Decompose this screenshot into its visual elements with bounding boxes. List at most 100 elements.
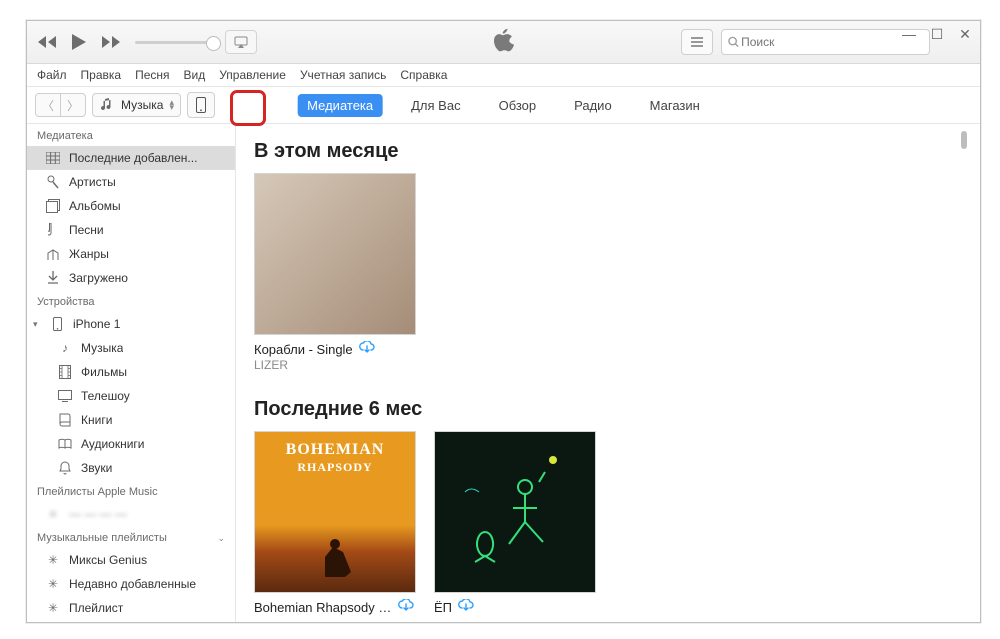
tab-for-you[interactable]: Для Вас bbox=[401, 94, 470, 117]
sidebar-playlist[interactable]: ✳Плейлист bbox=[27, 596, 235, 620]
cloud-download-icon[interactable] bbox=[398, 599, 414, 616]
sidebar-header-library: Медиатека bbox=[27, 124, 235, 146]
sidebar-item-label: Жанры bbox=[69, 247, 109, 261]
music-note-icon bbox=[99, 97, 115, 113]
menu-song[interactable]: Песня bbox=[135, 68, 169, 82]
album-cover: BOHEMIANRHAPSODY bbox=[254, 431, 416, 593]
album-card[interactable]: BOHEMIANRHAPSODY Bohemian Rhapsody (... bbox=[254, 431, 414, 616]
album-icon bbox=[45, 198, 61, 214]
sidebar-device-books[interactable]: Книги bbox=[27, 408, 235, 432]
volume-slider[interactable] bbox=[135, 41, 215, 44]
play-button[interactable] bbox=[71, 33, 87, 51]
album-cover bbox=[434, 431, 596, 593]
playlist-icon: ≡ bbox=[45, 506, 61, 522]
grid-icon bbox=[45, 150, 61, 166]
sidebar-item-label: Плейлист bbox=[69, 601, 123, 615]
mic-icon bbox=[45, 174, 61, 190]
nav-fwd-button[interactable]: 〉 bbox=[61, 93, 86, 117]
sidebar-device-audiobooks[interactable]: Аудиокниги bbox=[27, 432, 235, 456]
titlebar: — ☐ ✕ bbox=[27, 21, 980, 64]
menu-file[interactable]: Файл bbox=[37, 68, 67, 82]
menu-bar: Файл Правка Песня Вид Управление Учетная… bbox=[27, 64, 980, 87]
album-card[interactable]: ЁП bbox=[434, 431, 594, 616]
close-button[interactable]: ✕ bbox=[956, 26, 974, 43]
prev-button[interactable] bbox=[37, 35, 57, 49]
sidebar-item-albums[interactable]: Альбомы bbox=[27, 194, 235, 218]
scrollbar-thumb[interactable] bbox=[961, 131, 967, 149]
search-icon bbox=[728, 36, 739, 48]
section-title-this-month: В этом месяце bbox=[254, 140, 962, 163]
sidebar-playlist-recent[interactable]: ✳Недавно добавленные bbox=[27, 572, 235, 596]
menu-help[interactable]: Справка bbox=[400, 68, 447, 82]
sidebar-header-music-playlists: Музыкальные плейлисты⌄ bbox=[27, 526, 235, 548]
book-icon bbox=[57, 412, 73, 428]
tab-store[interactable]: Магазин bbox=[640, 94, 710, 117]
category-label: Музыка bbox=[121, 98, 163, 112]
sidebar-item-label: Музыка bbox=[81, 341, 123, 355]
sidebar-apple-playlist[interactable]: ≡— — — — bbox=[27, 502, 235, 526]
gear-icon: ✳ bbox=[45, 552, 61, 568]
sidebar-header-apple-playlists: Плейлисты Apple Music bbox=[27, 480, 235, 502]
sidebar-item-label: Альбомы bbox=[69, 199, 121, 213]
album-card[interactable]: Корабли - Single LIZER bbox=[254, 173, 414, 372]
sidebar-item-label: Загружено bbox=[69, 271, 128, 285]
sidebar-item-label: Недавно добавленные bbox=[69, 577, 196, 591]
sidebar-header-devices: Устройства bbox=[27, 290, 235, 312]
sidebar-device[interactable]: ▾ iPhone 1 bbox=[27, 312, 235, 336]
sidebar-item-label: Книги bbox=[81, 413, 112, 427]
sidebar-item-label: Звуки bbox=[81, 461, 112, 475]
sidebar-item-label: iPhone 1 bbox=[73, 317, 120, 331]
sidebar: Медиатека Последние добавлен... Артисты … bbox=[27, 124, 236, 622]
menu-controls[interactable]: Управление bbox=[219, 68, 286, 82]
genre-icon bbox=[45, 246, 61, 262]
tab-radio[interactable]: Радио bbox=[564, 94, 622, 117]
airplay-button[interactable] bbox=[225, 30, 257, 54]
menu-account[interactable]: Учетная запись bbox=[300, 68, 386, 82]
chevron-down-icon[interactable]: ⌄ bbox=[217, 533, 225, 544]
toolbar: 〈 〉 Музыка ▴▾ Медиатека Для Вас Обзор Ра… bbox=[27, 87, 980, 124]
disclosure-triangle-icon[interactable]: ▾ bbox=[33, 319, 41, 330]
main-content: В этом месяце Корабли - Single LIZER Пос… bbox=[236, 124, 980, 622]
sidebar-device-tones[interactable]: Звуки bbox=[27, 456, 235, 480]
nav-back-button[interactable]: 〈 bbox=[35, 93, 61, 117]
sidebar-device-music[interactable]: ♪Музыка bbox=[27, 336, 235, 360]
device-button[interactable] bbox=[187, 92, 215, 118]
sidebar-item-label: Аудиокниги bbox=[81, 437, 145, 451]
album-artist: LIZER bbox=[254, 358, 414, 372]
search-input[interactable] bbox=[739, 34, 923, 50]
album-title: Корабли - Single bbox=[254, 342, 353, 357]
sidebar-item-genres[interactable]: Жанры bbox=[27, 242, 235, 266]
cloud-download-icon[interactable] bbox=[359, 341, 375, 358]
tab-library[interactable]: Медиатека bbox=[297, 94, 383, 117]
sidebar-item-songs[interactable]: Песни bbox=[27, 218, 235, 242]
sidebar-playlist-soundtrack[interactable]: ✳Soundtrack bbox=[27, 620, 235, 622]
sidebar-item-recently-added[interactable]: Последние добавлен... bbox=[27, 146, 235, 170]
maximize-button[interactable]: ☐ bbox=[928, 26, 946, 43]
section-title-last-6-months: Последние 6 мес bbox=[254, 398, 962, 421]
list-view-button[interactable] bbox=[681, 29, 713, 55]
highlight-marker bbox=[230, 90, 266, 126]
phone-icon bbox=[49, 316, 65, 332]
search-field[interactable] bbox=[721, 29, 930, 55]
tab-browse[interactable]: Обзор bbox=[489, 94, 547, 117]
cloud-download-icon[interactable] bbox=[458, 599, 474, 616]
sidebar-device-tv[interactable]: Телешоу bbox=[27, 384, 235, 408]
sidebar-item-artists[interactable]: Артисты bbox=[27, 170, 235, 194]
audiobook-icon bbox=[57, 436, 73, 452]
sidebar-item-downloaded[interactable]: Загружено bbox=[27, 266, 235, 290]
note-icon bbox=[45, 222, 61, 238]
next-button[interactable] bbox=[101, 35, 121, 49]
minimize-button[interactable]: — bbox=[900, 26, 918, 43]
album-title: ЁП bbox=[434, 600, 452, 615]
album-cover bbox=[254, 173, 416, 335]
sidebar-item-label: Артисты bbox=[69, 175, 116, 189]
category-selector[interactable]: Музыка ▴▾ bbox=[92, 93, 181, 117]
menu-view[interactable]: Вид bbox=[184, 68, 206, 82]
sidebar-item-label: Песни bbox=[69, 223, 104, 237]
download-icon bbox=[45, 270, 61, 286]
sidebar-item-label: Фильмы bbox=[81, 365, 127, 379]
sidebar-playlist-genius[interactable]: ✳Миксы Genius bbox=[27, 548, 235, 572]
sidebar-device-movies[interactable]: Фильмы bbox=[27, 360, 235, 384]
film-icon bbox=[57, 364, 73, 380]
menu-edit[interactable]: Правка bbox=[81, 68, 122, 82]
